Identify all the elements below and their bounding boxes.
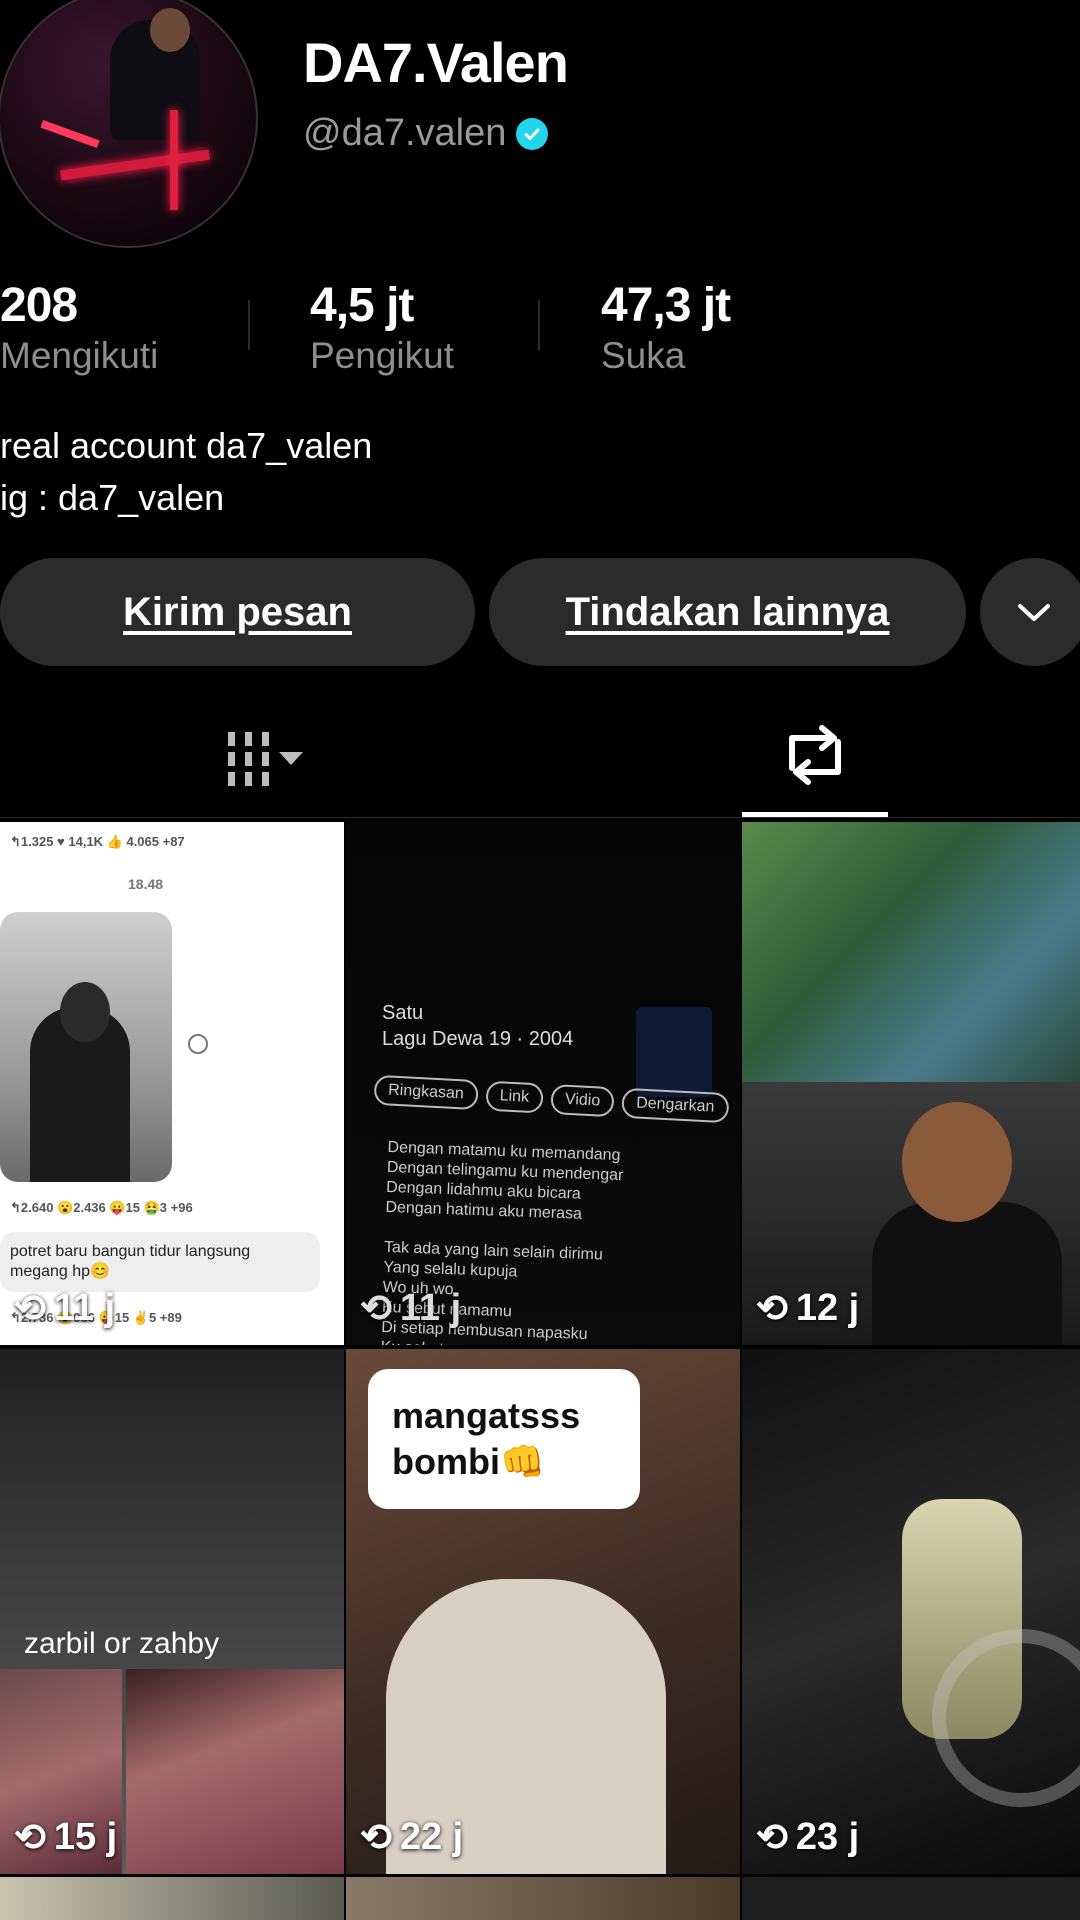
post-repost-count: ⟲ 22 j [360, 1815, 463, 1860]
post-repost-count: ⟲ 12 j [756, 1286, 859, 1331]
song-subtitle: Lagu Dewa 19 · 2004 [382, 1028, 574, 1050]
repost-icon [789, 725, 841, 785]
stat-followers[interactable]: 4,5 jt Pengikut [310, 278, 454, 377]
chat-reactions: ↰2.640 😮2.436 😛15 🤮3 +96 [10, 1200, 193, 1215]
stat-label: Mengikuti [0, 335, 159, 376]
count-label: 22 j [399, 1816, 464, 1858]
stat-likes[interactable]: 47,3 jt Suka [601, 278, 731, 377]
chat-photo-head [60, 982, 110, 1042]
dropdown-button[interactable] [980, 558, 1080, 666]
chip: Vidio [550, 1084, 615, 1118]
profile-avatar[interactable] [0, 0, 258, 248]
chip: Dengarkan [621, 1087, 730, 1124]
streamer-face [902, 1102, 1012, 1222]
stat-label: Pengikut [310, 335, 454, 376]
song-title: Satu [382, 1002, 424, 1024]
post-repost-count: ⟲ 23 j [756, 1815, 859, 1860]
stat-value: 47,3 jt [601, 279, 731, 332]
chevron-down-icon [1018, 604, 1050, 621]
post-caption: zarbil or zahby [24, 1627, 220, 1660]
chip: Link [484, 1080, 544, 1114]
repost-icon: ⟲ [14, 1817, 46, 1859]
post-caption: mangatsss bombi👊 [368, 1369, 640, 1509]
avatar-decor [40, 119, 100, 149]
bio-line: ig : da7_valen [0, 477, 225, 518]
stat-divider [538, 300, 540, 350]
repost-icon: ⟲ [360, 1288, 392, 1330]
react-icon [188, 1034, 208, 1054]
repost-icon: ⟲ [14, 1288, 46, 1330]
post-thumbnail[interactable]: ↰1.325 ♥ 14,1K 👍 4.065 +87 18.48 ↰2.640 … [0, 822, 344, 1345]
chat-reactions: ↰1.325 ♥ 14,1K 👍 4.065 +87 [10, 834, 185, 849]
count-label: 11 j [399, 1287, 462, 1329]
streamer-body [872, 1202, 1062, 1345]
post-thumbnail[interactable] [346, 1877, 740, 1920]
stat-divider [248, 300, 250, 350]
verified-badge-icon [516, 117, 549, 150]
count-label: 12 j [795, 1287, 860, 1329]
post-photo [126, 1669, 344, 1874]
count-label: 11 j [53, 1287, 116, 1329]
chip: Ringkasan [373, 1074, 479, 1111]
count-label: 23 j [795, 1816, 860, 1858]
repost-icon: ⟲ [360, 1817, 392, 1859]
post-thumbnail[interactable]: Satu Lagu Dewa 19 · 2004 Ringkasan Link … [346, 822, 740, 1345]
game-screenshot [742, 822, 1080, 1082]
send-message-button[interactable]: Kirim pesan [0, 558, 475, 666]
tab-reposts[interactable] [780, 724, 850, 791]
post-thumbnail[interactable] [742, 1877, 1080, 1920]
profile-bio: real account da7_valen ig : da7_valen [0, 420, 372, 524]
album-art [636, 1007, 712, 1097]
avatar-head [150, 8, 190, 52]
bio-line: real account da7_valen [0, 425, 373, 466]
stat-value: 4,5 jt [310, 279, 414, 332]
more-actions-button[interactable]: Tindakan lainnya [489, 558, 966, 666]
post-repost-count: ⟲ 11 j [14, 1286, 115, 1331]
chat-time: 18.48 [128, 876, 164, 892]
username-row: @da7.valen [303, 112, 549, 155]
stat-value: 208 [0, 279, 78, 332]
repost-icon: ⟲ [756, 1288, 788, 1330]
chat-message: potret baru bangun tidur langsung megang… [0, 1232, 320, 1292]
count-label: 15 j [53, 1816, 118, 1858]
tab-videos[interactable] [228, 732, 303, 786]
post-thumbnail[interactable]: ⟲ 12 j [742, 822, 1080, 1345]
display-name: DA7.Valen [303, 31, 569, 94]
stat-label: Suka [601, 335, 686, 376]
post-thumbnail[interactable]: ⟲ 23 j [742, 1349, 1080, 1874]
post-thumbnail[interactable]: mangatsss bombi👊 ⟲ 22 j [346, 1349, 740, 1874]
avatar-neon [170, 110, 178, 210]
post-thumbnail[interactable] [0, 1877, 344, 1920]
tabs-divider [0, 817, 1080, 818]
stat-following[interactable]: 208 Mengikuti [0, 278, 158, 377]
grid-icon [228, 732, 269, 786]
repost-icon: ⟲ [756, 1817, 788, 1859]
caret-down-icon [279, 752, 303, 765]
post-thumbnail[interactable]: zarbil or zahby ⟲ 15 j [0, 1349, 344, 1874]
username: @da7.valen [303, 112, 507, 154]
post-repost-count: ⟲ 11 j [360, 1286, 461, 1331]
avatar-neon [60, 149, 210, 181]
post-repost-count: ⟲ 15 j [14, 1815, 117, 1860]
